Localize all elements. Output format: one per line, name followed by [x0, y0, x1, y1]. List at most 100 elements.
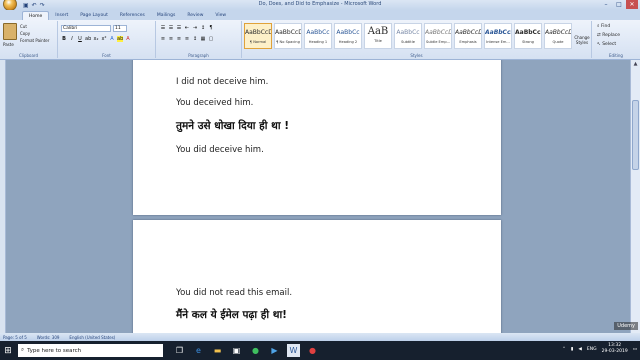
paragraph-group: ☰ ☰ ☰ ⇤ ⇥ ↕ ¶ ≡ ≡ ≡ ≡ ↕ ▦ ▢ Paragraph — [156, 21, 242, 58]
style-sample: AaBbCc — [396, 29, 420, 36]
tray-arrow-icon[interactable]: ⌃ — [562, 347, 566, 352]
style-name: Title — [374, 39, 382, 43]
numbering-icon[interactable]: ☰ — [168, 25, 174, 31]
find-button[interactable]: ⌕ Find — [597, 22, 620, 31]
style-subtle-emphasis[interactable]: AaBbCcDd Subtle Emp... — [424, 23, 452, 49]
decrease-indent-icon[interactable]: ⇤ — [184, 25, 190, 31]
language-switch[interactable]: ENG — [587, 347, 597, 352]
doc-line[interactable]: You deceived him. — [176, 98, 253, 108]
vertical-scrollbar[interactable]: ▲ ▼ — [630, 60, 640, 345]
task-view-icon[interactable]: ❐ — [173, 344, 186, 357]
align-right-icon[interactable]: ≡ — [176, 36, 182, 42]
maximize-button[interactable]: □ — [613, 0, 625, 9]
doc-line-hindi[interactable]: तुमने उसे धोखा दिया ही था ! — [176, 119, 289, 133]
sort-icon[interactable]: ↕ — [200, 25, 206, 31]
scroll-up-icon[interactable]: ▲ — [631, 60, 640, 69]
paste-button[interactable]: Paste — [3, 42, 14, 47]
network-icon[interactable]: ▮ — [571, 347, 573, 352]
doc-line[interactable]: I did not deceive him. — [176, 77, 268, 87]
style-name: Intense Em... — [486, 40, 510, 44]
format-painter-button[interactable]: Format Painter — [20, 37, 49, 44]
camtasia-icon[interactable]: ● — [249, 344, 262, 357]
font-label: Font — [102, 53, 111, 58]
media-player-icon[interactable]: ▶ — [268, 344, 281, 357]
highlight-icon[interactable]: ab — [117, 36, 123, 42]
doc-line-hindi[interactable]: मैंने कल ये ईमेल पढ़ा ही था! — [176, 308, 287, 322]
notifications-icon[interactable]: ▭ — [633, 347, 637, 352]
font-name-box[interactable]: Calibri — [61, 25, 111, 32]
word-window: ▣ ↶ ↷ Do, Does, and Did to Emphasize - M… — [0, 0, 640, 360]
language-indicator[interactable]: English (United States) — [69, 335, 115, 340]
style-subtitle[interactable]: AaBbCc Subtitle — [394, 23, 422, 49]
tab-insert[interactable]: Insert — [49, 11, 74, 20]
font-color-icon[interactable]: A — [125, 36, 131, 42]
document-area[interactable]: I did not deceive him. You deceived him.… — [6, 60, 630, 345]
clock[interactable]: 13:32 29-03-2019 — [602, 343, 628, 355]
change-styles-button[interactable]: Change Styles — [574, 23, 590, 49]
strikethrough-icon[interactable]: ab — [85, 36, 91, 42]
text-effects-icon[interactable]: A — [109, 36, 115, 42]
page-count[interactable]: Page: 5 of 5 — [3, 335, 27, 340]
tab-review[interactable]: Review — [181, 11, 209, 20]
tab-mailings[interactable]: Mailings — [151, 11, 181, 20]
style-normal[interactable]: AaBbCcDd ¶ Normal — [244, 23, 272, 49]
volume-icon[interactable]: ◀ — [578, 347, 581, 352]
doc-line[interactable]: You did not read this email. — [176, 288, 292, 298]
tab-view[interactable]: View — [209, 11, 232, 20]
borders-icon[interactable]: ▢ — [208, 36, 214, 42]
style-quote[interactable]: AaBbCcDd Quote — [544, 23, 572, 49]
style-strong[interactable]: AaBbCcDd Strong — [514, 23, 542, 49]
justify-icon[interactable]: ≡ — [184, 36, 190, 42]
style-emphasis[interactable]: AaBbCcDd Emphasis — [454, 23, 482, 49]
page-2[interactable]: You did not read this email. मैंने कल ये… — [133, 220, 501, 345]
style-no-spacing[interactable]: AaBbCcDd ¶ No Spacing — [274, 23, 302, 49]
tab-references[interactable]: References — [114, 11, 151, 20]
taskbar-search[interactable]: ⌕ Type here to search — [18, 344, 163, 357]
bold-icon[interactable]: B — [61, 36, 67, 42]
word-icon[interactable]: W — [287, 344, 300, 357]
style-heading-1[interactable]: AaBbCc Heading 1 — [304, 23, 332, 49]
align-center-icon[interactable]: ≡ — [168, 36, 174, 42]
minimize-button[interactable]: – — [600, 0, 612, 9]
styles-label: Styles — [410, 53, 423, 58]
copy-button[interactable]: Copy — [20, 30, 49, 37]
windows-start-icon[interactable]: ⊞ — [0, 341, 16, 360]
scroll-thumb[interactable] — [632, 100, 639, 170]
tab-page-layout[interactable]: Page Layout — [74, 11, 114, 20]
line-spacing-icon[interactable]: ↕ — [192, 36, 198, 42]
increase-indent-icon[interactable]: ⇥ — [192, 25, 198, 31]
paste-icon[interactable] — [3, 23, 17, 40]
bullets-icon[interactable]: ☰ — [160, 25, 166, 31]
replace-button[interactable]: ⇄ Replace — [597, 31, 620, 40]
find-label: Find — [600, 24, 611, 29]
doc-line[interactable]: You did deceive him. — [176, 145, 264, 155]
paragraph-row-2: ≡ ≡ ≡ ≡ ↕ ▦ ▢ — [160, 36, 214, 42]
tab-home[interactable]: Home — [22, 11, 50, 20]
style-name: Heading 2 — [338, 40, 358, 44]
superscript-icon[interactable]: x² — [101, 36, 107, 42]
align-left-icon[interactable]: ≡ — [160, 36, 166, 42]
cut-button[interactable]: Cut — [20, 23, 49, 30]
style-name: Subtle Emp... — [425, 40, 451, 44]
word-count[interactable]: Words: 309 — [37, 335, 60, 340]
style-title[interactable]: AaB Title — [364, 23, 392, 49]
file-explorer-icon[interactable]: ▬ — [211, 344, 224, 357]
italic-icon[interactable]: I — [69, 36, 75, 42]
subscript-icon[interactable]: x₂ — [93, 36, 99, 42]
font-size-box[interactable]: 11 — [113, 25, 127, 32]
recorder-icon[interactable]: ● — [306, 344, 319, 357]
style-heading-2[interactable]: AaBbCc Heading 2 — [334, 23, 362, 49]
multilevel-icon[interactable]: ☰ — [176, 25, 182, 31]
style-sample: AaBbCcDd — [545, 29, 571, 36]
select-button[interactable]: ↖ Select — [597, 40, 620, 49]
close-button[interactable]: ✕ — [626, 0, 638, 9]
underline-icon[interactable]: U — [77, 36, 83, 42]
page-1[interactable]: I did not deceive him. You deceived him.… — [133, 60, 501, 215]
pilcrow-icon[interactable]: ¶ — [208, 25, 214, 31]
edge-icon[interactable]: e — [192, 344, 205, 357]
style-sample: AaBbCcDd — [515, 29, 541, 36]
style-intense-emphasis[interactable]: AaBbCcDd Intense Em... — [484, 23, 512, 49]
shading-icon[interactable]: ▦ — [200, 36, 206, 42]
store-icon[interactable]: ▣ — [230, 344, 243, 357]
taskbar: ⊞ ⌕ Type here to search ❐ e ▬ ▣ ● ▶ W ● … — [0, 341, 640, 360]
